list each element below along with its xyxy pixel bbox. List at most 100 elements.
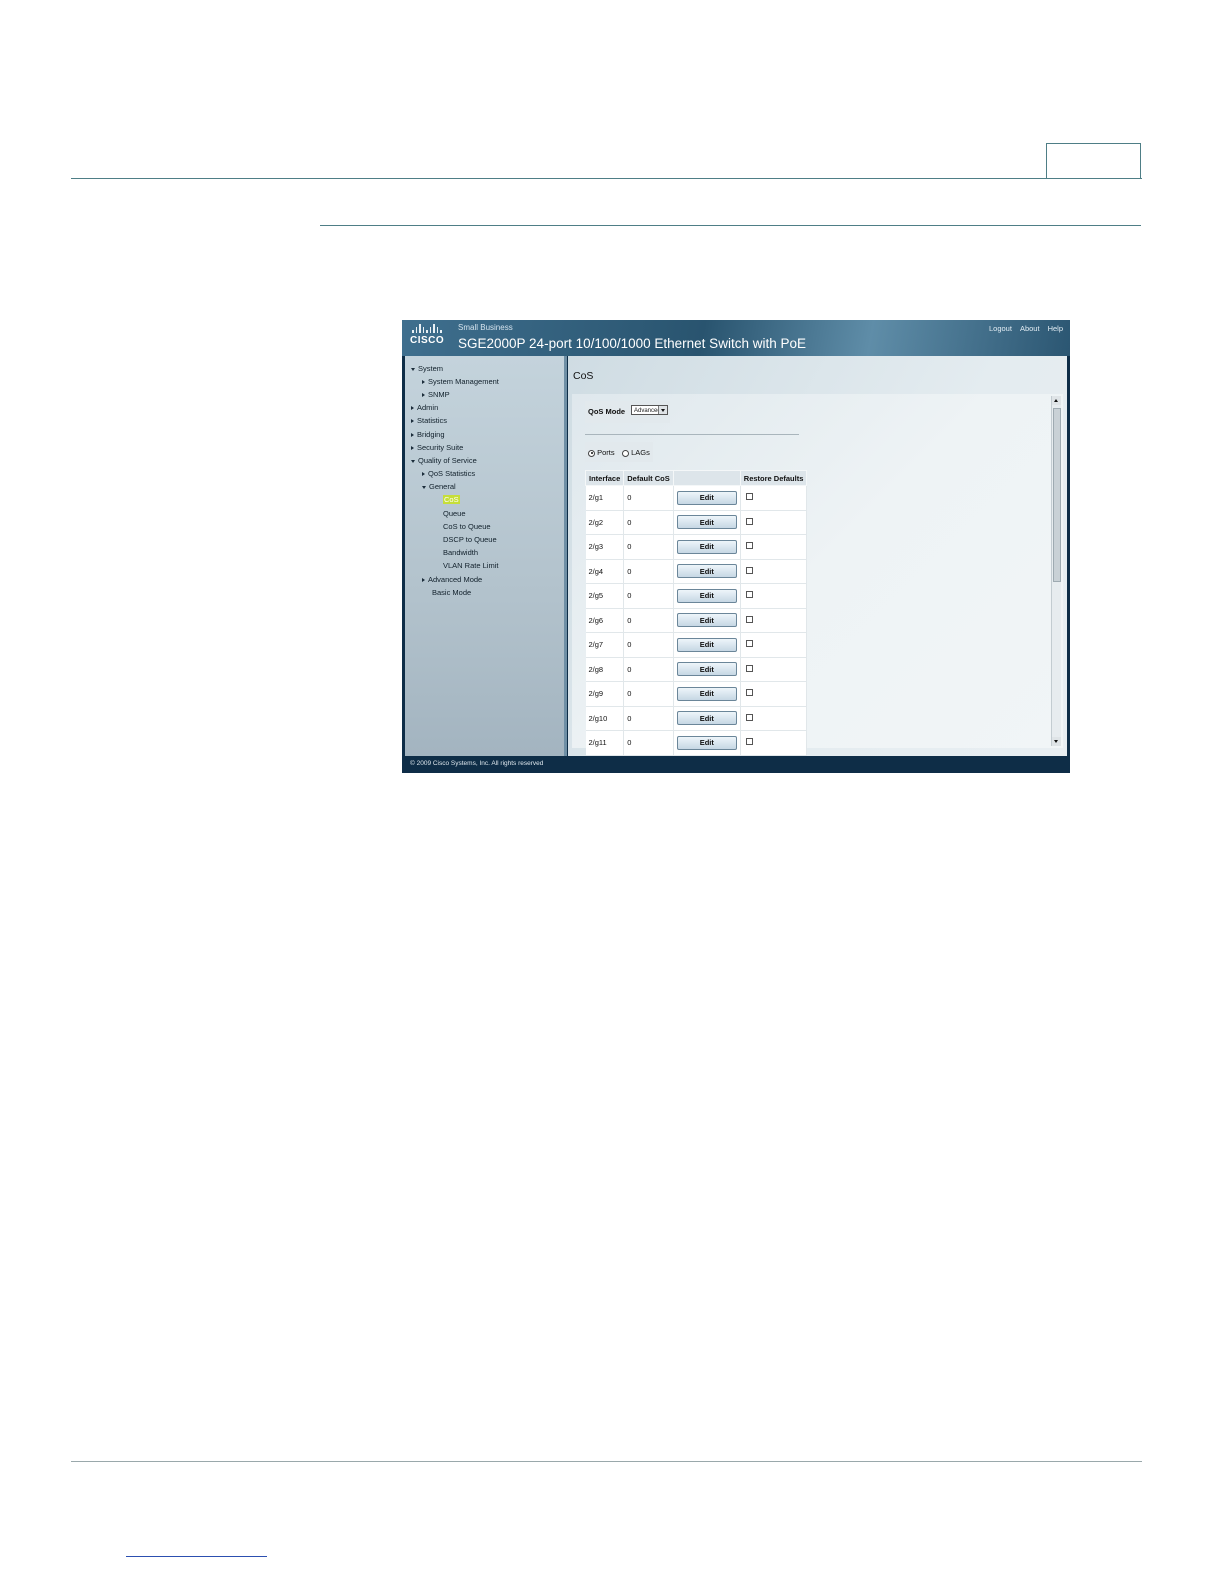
app-body: System System Management SNMP Admin Stat… (405, 356, 1067, 756)
cell-restore-defaults (740, 485, 808, 511)
nav-item-quality-of-service[interactable]: Quality of Service (411, 456, 477, 465)
nav-item-qos-statistics[interactable]: QoS Statistics (422, 469, 475, 478)
cell-restore-defaults (740, 632, 808, 658)
nav-item-admin[interactable]: Admin (411, 403, 438, 412)
page-title: CoS (573, 370, 594, 382)
app-header: CISCO Small Business SGE2000P 24-port 10… (402, 320, 1070, 356)
nav-item-bandwidth[interactable]: Bandwidth (443, 548, 478, 557)
footer-link-underline (126, 1556, 267, 1557)
about-link[interactable]: About (1020, 324, 1040, 333)
table-row: 2/g3 0 Edit (585, 534, 808, 560)
table-row: 2/g2 0 Edit (585, 510, 808, 535)
cell-default-cos: 0 (623, 534, 674, 560)
qos-mode-select[interactable]: Advanced (631, 405, 668, 415)
nav-item-snmp[interactable]: SNMP (422, 390, 450, 399)
triangle-down-icon (411, 367, 415, 371)
restore-defaults-checkbox[interactable] (745, 738, 753, 746)
interface-type-radio-group: Ports LAGs (585, 442, 653, 462)
nav-item-advanced-mode[interactable]: Advanced Mode (422, 575, 482, 584)
cell-edit: Edit (673, 632, 741, 658)
vertical-scrollbar[interactable] (1051, 396, 1061, 746)
cisco-bars-icon (412, 324, 446, 333)
nav-item-cos-to-queue[interactable]: CoS to Queue (443, 522, 491, 531)
nav-item-statistics[interactable]: Statistics (411, 416, 447, 425)
table-row: 2/g9 0 Edit (585, 681, 808, 707)
logout-link[interactable]: Logout (989, 324, 1012, 333)
table-row: 2/g1 0 Edit (585, 485, 808, 511)
cell-interface: 2/g9 (585, 681, 625, 707)
cell-default-cos: 0 (623, 681, 674, 707)
nav-item-system[interactable]: System (411, 364, 443, 373)
cell-interface: 2/g3 (585, 534, 625, 560)
radio-unselected-icon[interactable] (622, 449, 629, 457)
edit-button[interactable]: Edit (676, 539, 737, 554)
cell-restore-defaults (740, 510, 808, 535)
nav-item-general[interactable]: General (422, 482, 456, 491)
cell-edit: Edit (673, 681, 741, 707)
cell-interface: 2/g5 (585, 583, 625, 609)
cell-default-cos: 0 (623, 510, 674, 535)
radio-ports[interactable]: Ports (588, 448, 615, 457)
nav-item-dscp-to-queue[interactable]: DSCP to Queue (443, 535, 497, 544)
table-header-row: Interface Default CoS Restore Defaults (584, 470, 808, 486)
help-link[interactable]: Help (1048, 324, 1063, 333)
restore-defaults-checkbox[interactable] (745, 640, 753, 648)
chapter-tab-box (1046, 143, 1141, 178)
chevron-down-icon[interactable] (658, 406, 667, 414)
cell-default-cos: 0 (623, 485, 674, 511)
edit-button[interactable]: Edit (676, 637, 737, 652)
nav-item-security-suite[interactable]: Security Suite (411, 443, 463, 452)
radio-selected-icon[interactable] (588, 449, 595, 457)
cell-interface: 2/g7 (585, 632, 625, 658)
table-row: 2/g4 0 Edit (585, 559, 808, 584)
restore-defaults-checkbox[interactable] (745, 517, 753, 525)
scrollbar-thumb[interactable] (1053, 408, 1061, 582)
edit-button[interactable]: Edit (676, 515, 737, 530)
radio-lags[interactable]: LAGs (622, 448, 650, 457)
cell-default-cos: 0 (623, 608, 674, 633)
nav-item-queue[interactable]: Queue (443, 509, 466, 518)
cell-restore-defaults (740, 583, 808, 609)
restore-defaults-checkbox[interactable] (745, 566, 753, 574)
restore-defaults-checkbox[interactable] (745, 713, 753, 721)
restore-defaults-checkbox[interactable] (745, 664, 753, 672)
qos-mode-field: QoS Mode Advanced (585, 401, 670, 423)
edit-button[interactable]: Edit (676, 686, 737, 701)
triangle-right-icon (411, 446, 414, 451)
triangle-right-icon (422, 380, 425, 385)
restore-defaults-checkbox[interactable] (745, 591, 753, 599)
cell-interface: 2/g11 (585, 730, 625, 756)
edit-button[interactable]: Edit (676, 490, 737, 505)
product-title: SGE2000P 24-port 10/100/1000 Ethernet Sw… (458, 336, 806, 351)
scroll-up-icon[interactable] (1052, 396, 1061, 405)
restore-defaults-checkbox[interactable] (745, 542, 753, 550)
column-header-edit (672, 470, 741, 486)
restore-defaults-checkbox[interactable] (745, 615, 753, 623)
edit-button[interactable]: Edit (676, 588, 737, 603)
table-row: 2/g11 0 Edit (585, 730, 808, 756)
edit-button[interactable]: Edit (676, 662, 737, 677)
cell-default-cos: 0 (623, 583, 674, 609)
table-row: 2/g5 0 Edit (585, 583, 808, 609)
cell-default-cos: 0 (623, 657, 674, 682)
cos-table-body: 2/g1 0 Edit 2/g2 0 Edit 2/g3 0 Edit 2/g4 0 Edit 2/g5… (585, 485, 808, 756)
qos-mode-value: Advanced (634, 408, 661, 414)
nav-item-cos[interactable]: CoS (443, 495, 460, 504)
table-row: 2/g8 0 Edit (585, 657, 808, 682)
restore-defaults-checkbox[interactable] (745, 689, 753, 697)
app-subtitle: Small Business (458, 323, 513, 332)
cell-restore-defaults (740, 681, 808, 707)
nav-item-system-management[interactable]: System Management (422, 377, 499, 386)
scroll-down-icon[interactable] (1052, 737, 1061, 746)
edit-button[interactable]: Edit (676, 711, 737, 726)
restore-defaults-checkbox[interactable] (745, 493, 753, 501)
cell-interface: 2/g2 (585, 510, 625, 535)
cos-table: Interface Default CoS Restore Defaults 2… (584, 470, 808, 756)
edit-button[interactable]: Edit (676, 564, 737, 579)
edit-button[interactable]: Edit (676, 735, 737, 750)
cell-edit: Edit (673, 485, 741, 511)
nav-item-vlan-rate-limit[interactable]: VLAN Rate Limit (443, 561, 498, 570)
nav-item-bridging[interactable]: Bridging (411, 430, 445, 439)
edit-button[interactable]: Edit (676, 613, 737, 628)
nav-item-basic-mode[interactable]: Basic Mode (432, 588, 471, 597)
